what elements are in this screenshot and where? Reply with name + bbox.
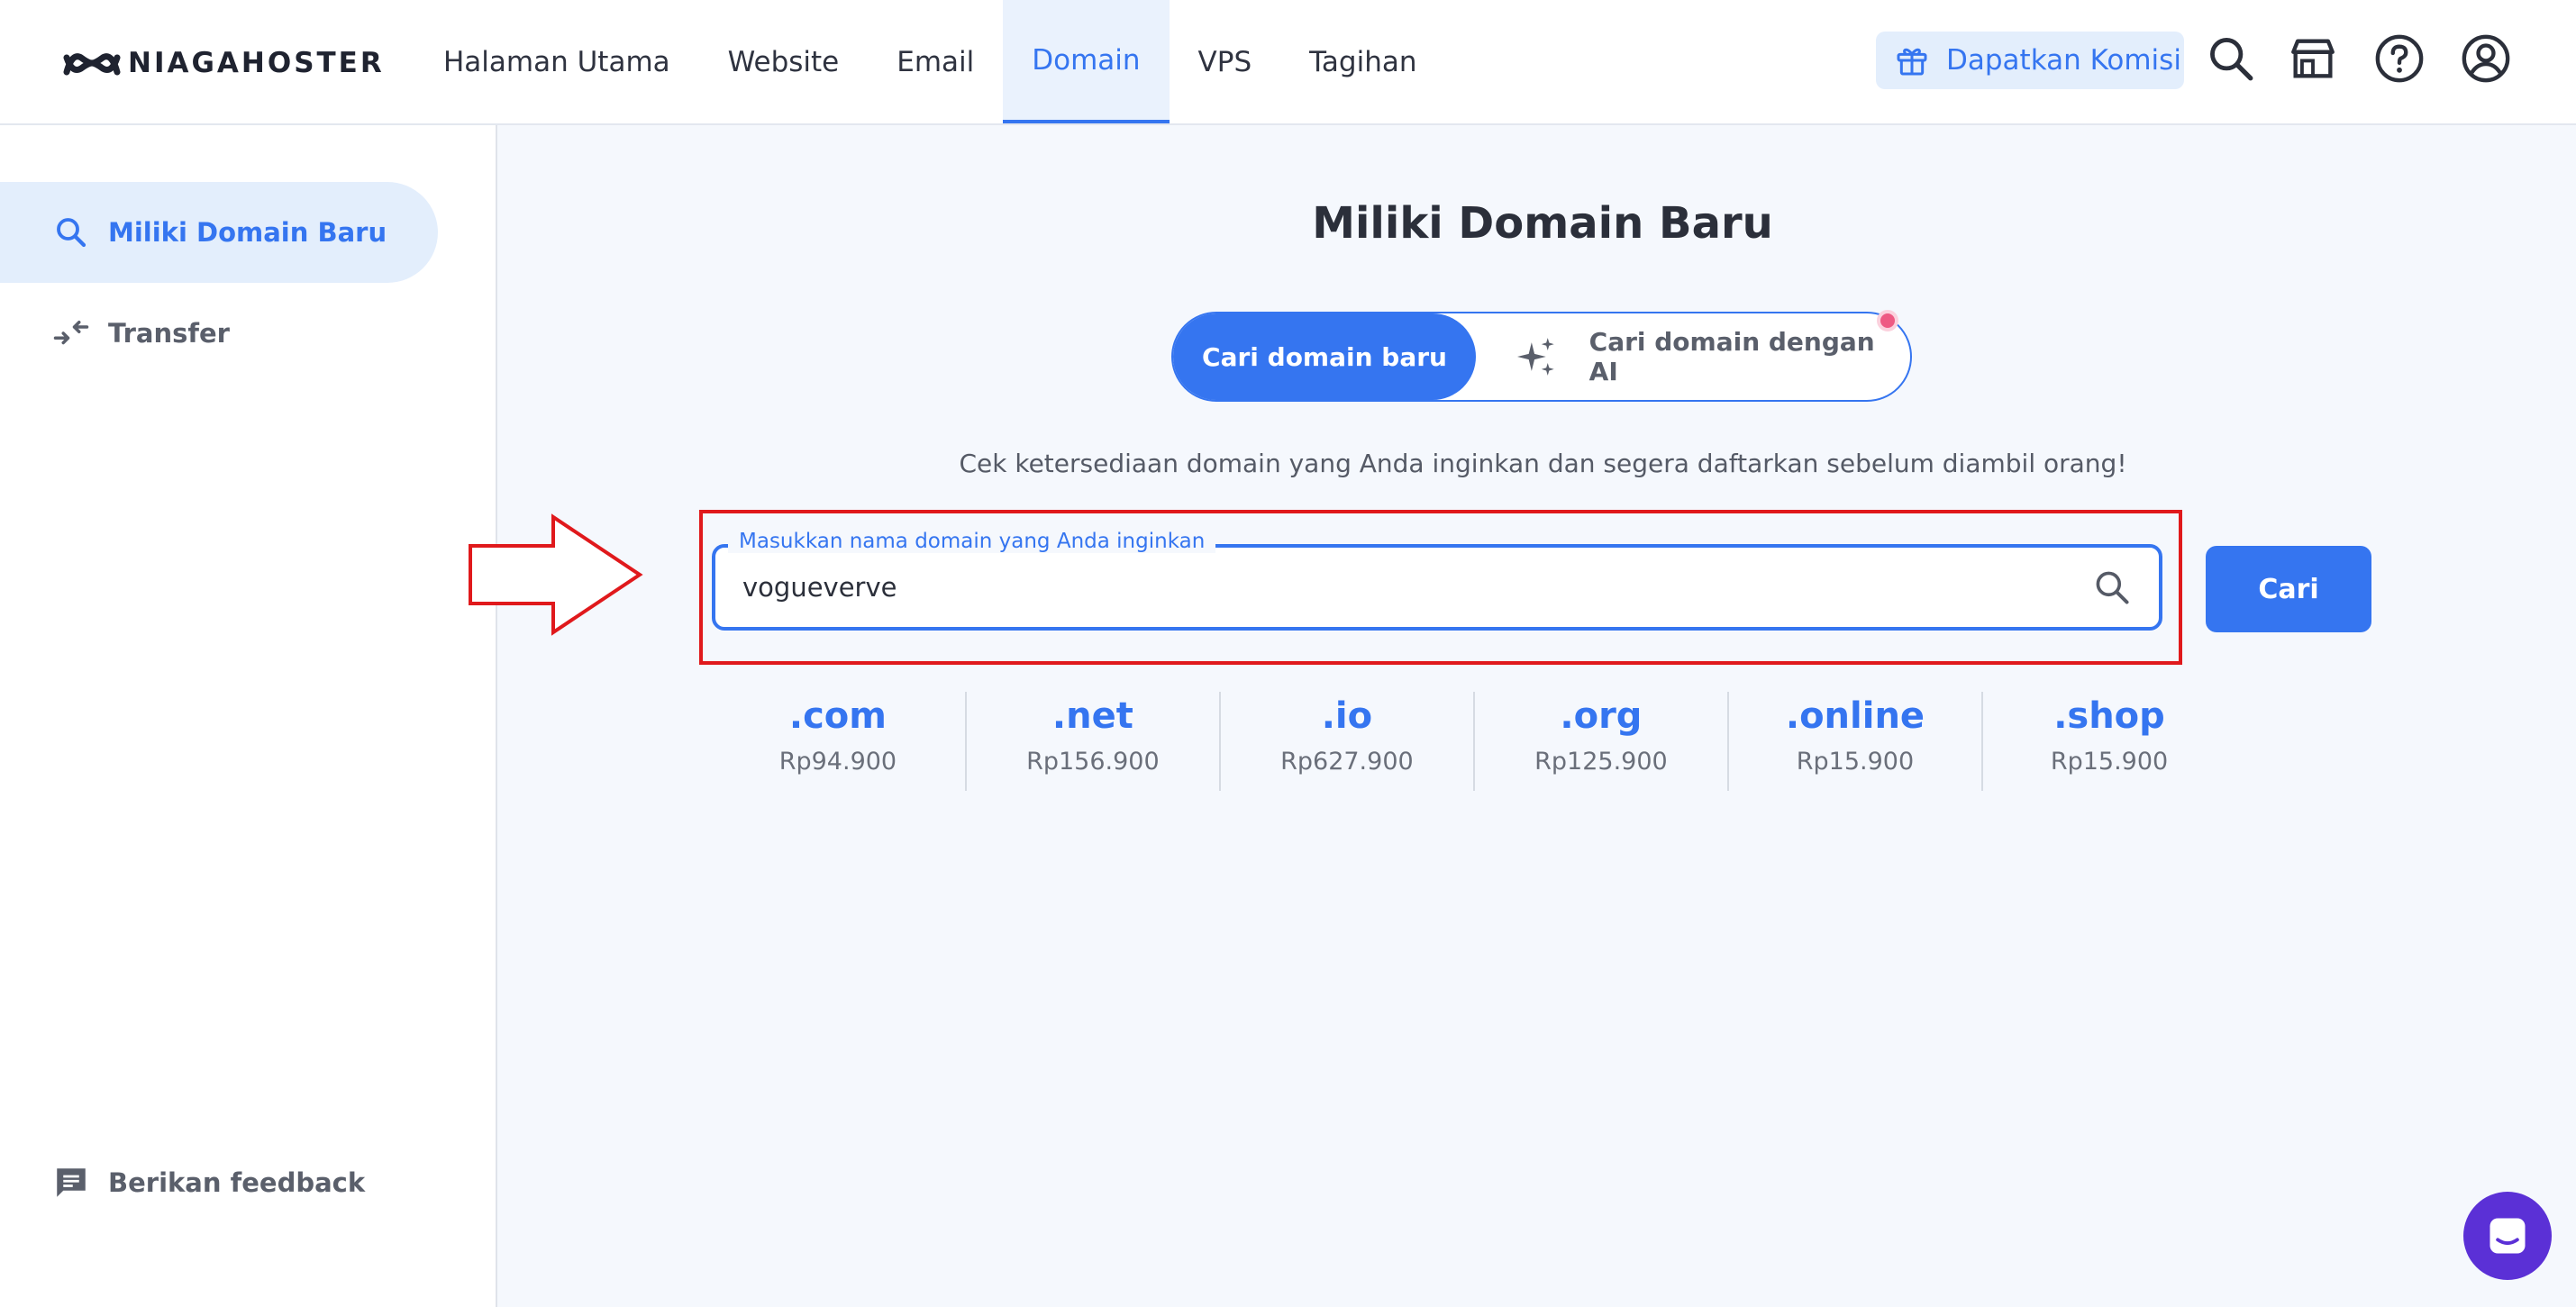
tld-price-list: .com Rp94.900 .net Rp156.900 .io Rp627.9… xyxy=(711,692,2235,791)
tld-item-org[interactable]: .org Rp125.900 xyxy=(1472,692,1727,791)
sidebar-item-transfer[interactable]: Transfer xyxy=(0,283,438,384)
store-icon[interactable] xyxy=(2287,32,2339,85)
transfer-icon xyxy=(53,321,89,345)
tab-cari-domain-ai[interactable]: Cari domain dengan AI xyxy=(1516,313,1910,400)
main-nav: Halaman Utama Website Email Domain VPS T… xyxy=(414,0,1446,123)
feedback-button[interactable]: Berikan feedback xyxy=(0,1132,438,1233)
tld-item-net[interactable]: .net Rp156.900 xyxy=(964,692,1219,791)
sidebar-item-label: Transfer xyxy=(108,318,230,349)
tld-name: .com xyxy=(788,695,887,737)
domain-search-field xyxy=(712,544,2162,631)
brand-name: NIAGAHOSTER xyxy=(128,47,385,79)
account-icon[interactable] xyxy=(2460,32,2512,85)
tld-price: Rp94.900 xyxy=(778,748,897,776)
domain-search-input[interactable] xyxy=(742,548,2040,627)
brand-logo[interactable]: NIAGAHOSTER xyxy=(63,43,385,83)
chat-launcher-button[interactable] xyxy=(2463,1192,2552,1280)
tld-name: .org xyxy=(1560,695,1643,737)
tld-price: Rp15.900 xyxy=(2050,748,2169,776)
tld-name: .net xyxy=(1051,695,1133,737)
nav-item-vps[interactable]: VPS xyxy=(1170,0,1281,123)
page-title: Miliki Domain Baru xyxy=(1312,198,1773,249)
tld-price: Rp156.900 xyxy=(1026,748,1160,776)
tld-name: .online xyxy=(1785,695,1925,737)
help-icon[interactable] xyxy=(2373,32,2426,85)
search-icon xyxy=(57,218,86,248)
sparkle-icon xyxy=(1516,338,1554,376)
tld-item-com[interactable]: .com Rp94.900 xyxy=(711,692,965,791)
arrow-annotation-icon xyxy=(469,513,643,636)
top-header: NIAGAHOSTER Halaman Utama Website Email … xyxy=(0,0,2576,125)
tld-name: .io xyxy=(1321,695,1373,737)
search-icon[interactable] xyxy=(2205,32,2257,85)
nav-item-email[interactable]: Email xyxy=(868,0,1003,123)
nav-item-website[interactable]: Website xyxy=(699,0,869,123)
feedback-label: Berikan feedback xyxy=(108,1167,366,1198)
gift-icon xyxy=(1897,48,1927,76)
tld-item-shop[interactable]: .shop Rp15.900 xyxy=(1980,692,2235,791)
notification-dot xyxy=(1877,310,1898,331)
sidebar: Miliki Domain Baru Transfer Berikan feed… xyxy=(0,125,497,1307)
feedback-icon xyxy=(57,1168,86,1197)
tab-cari-domain-baru[interactable]: Cari domain baru xyxy=(1173,313,1476,400)
brand-logo-icon xyxy=(63,53,121,76)
komisi-label: Dapatkan Komisi xyxy=(1946,44,2181,77)
chat-icon xyxy=(2490,1218,2526,1254)
tld-price: Rp15.900 xyxy=(1796,748,1915,776)
sidebar-item-miliki-domain-baru[interactable]: Miliki Domain Baru xyxy=(0,182,438,283)
sidebar-item-label: Miliki Domain Baru xyxy=(108,217,387,248)
tld-price: Rp627.900 xyxy=(1280,748,1414,776)
tld-item-online[interactable]: .online Rp15.900 xyxy=(1726,692,1981,791)
search-mode-toggle: Cari domain baru Cari domain dengan AI xyxy=(1171,310,1912,402)
tld-name: .shop xyxy=(2053,695,2165,737)
komisi-button[interactable]: Dapatkan Komisi xyxy=(1876,32,2184,89)
domain-search-label: Masukkan nama domain yang Anda inginkan xyxy=(728,530,1216,553)
page-subtitle: Cek ketersediaan domain yang Anda ingink… xyxy=(959,449,2127,478)
search-icon[interactable] xyxy=(2092,567,2132,607)
nav-item-halaman-utama[interactable]: Halaman Utama xyxy=(414,0,699,123)
nav-item-domain[interactable]: Domain xyxy=(1003,0,1170,123)
tld-item-io[interactable]: .io Rp627.900 xyxy=(1218,692,1473,791)
cari-button[interactable]: Cari xyxy=(2206,546,2371,632)
tab-ai-label: Cari domain dengan AI xyxy=(1588,327,1875,386)
nav-item-tagihan[interactable]: Tagihan xyxy=(1280,0,1445,123)
tld-price: Rp125.900 xyxy=(1534,748,1668,776)
